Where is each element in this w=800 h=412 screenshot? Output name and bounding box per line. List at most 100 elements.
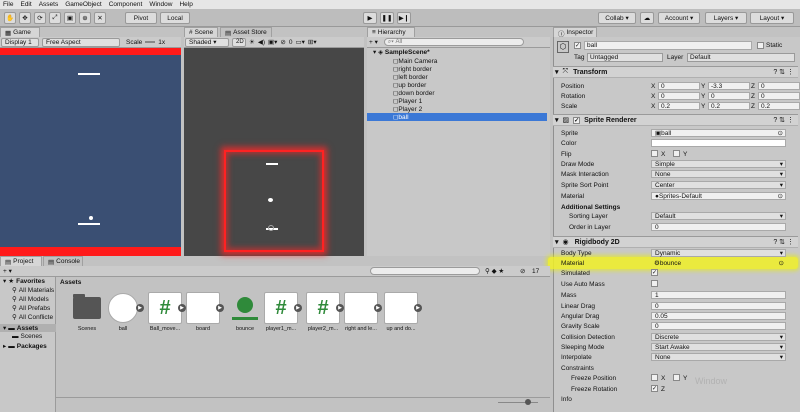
collision-detection-field[interactable]: Discrete ▾: [651, 333, 786, 341]
tab-asset-store[interactable]: ▤ Asset Store: [220, 27, 272, 37]
move-tool-icon[interactable]: ✥: [19, 12, 31, 24]
tab-project[interactable]: ▤ Project: [0, 256, 42, 266]
asset-script[interactable]: #: [148, 292, 182, 324]
menu-item-window[interactable]: Window: [149, 1, 172, 8]
hierarchy-item[interactable]: ◻ ball: [367, 113, 547, 121]
tab-game[interactable]: ▦ Game: [0, 27, 40, 37]
scale-y-field[interactable]: 0.2: [708, 102, 750, 110]
object-picker-icon[interactable]: ⊙: [779, 259, 784, 267]
tab-scene[interactable]: # Scene: [184, 27, 218, 37]
rigidbody-header[interactable]: ▾ ◉ Rigidbody 2D ? ⇅ ⋮: [553, 236, 798, 248]
hierarchy-item[interactable]: ◻ down border: [367, 89, 547, 98]
object-name-input[interactable]: ball: [584, 41, 752, 50]
asset-sprite-white[interactable]: [384, 292, 418, 324]
gizmos-icon[interactable]: ⊞▾: [308, 38, 317, 46]
menu-item-component[interactable]: Component: [109, 1, 143, 8]
layers-dropdown[interactable]: Layers ▾: [705, 12, 747, 24]
asset-sprite-circle[interactable]: [106, 292, 140, 324]
menu-item-gameobject[interactable]: GameObject: [65, 1, 102, 8]
shading-dropdown[interactable]: Shaded ▾: [185, 37, 229, 47]
scale-x-field[interactable]: 0.2: [658, 102, 700, 110]
menu-item-assets[interactable]: Assets: [39, 1, 59, 8]
scale-slider[interactable]: [145, 41, 156, 43]
eye-icon[interactable]: ⊘: [520, 267, 525, 275]
tab-console[interactable]: ▤ Console: [43, 256, 83, 266]
tab-inspector[interactable]: ⓘ Inspector: [553, 27, 597, 38]
menu-item-file[interactable]: File: [3, 1, 13, 8]
custom-tool-icon[interactable]: ✕: [94, 12, 106, 24]
aspect-dropdown[interactable]: Free Aspect: [42, 37, 120, 47]
asset-folder[interactable]: [70, 292, 104, 324]
display-dropdown[interactable]: Display 1: [1, 37, 39, 47]
axis-x-checkbox[interactable]: [651, 374, 658, 381]
project-search-input[interactable]: [370, 267, 480, 275]
layer-dropdown[interactable]: Default: [687, 53, 795, 62]
project-create-button[interactable]: + ▾: [3, 267, 12, 275]
step-button[interactable]: ▶❙: [397, 12, 411, 24]
sprite-renderer-header[interactable]: ▾ ▨ ✓ Sprite Renderer ? ⇅ ⋮: [553, 114, 798, 126]
asset-sprite-white[interactable]: [344, 292, 378, 324]
scenes-node[interactable]: ▬ Scenes: [12, 333, 42, 340]
cloud-icon[interactable]: ☁: [640, 12, 654, 24]
rotation-y-field[interactable]: 0: [708, 92, 750, 100]
zoom-slider-handle[interactable]: [525, 399, 531, 405]
hierarchy-item[interactable]: ◻ Main Camera: [367, 57, 547, 66]
favorites-item[interactable]: ⚲ All Prefabs: [12, 304, 50, 313]
component-menu-icon[interactable]: ? ⇅ ⋮: [773, 238, 794, 246]
pause-button[interactable]: ❚❚: [380, 12, 394, 24]
use-auto-mass-checkbox[interactable]: [651, 280, 658, 287]
mask-interaction-field[interactable]: None ▾: [651, 170, 786, 178]
expand-asset-icon[interactable]: ▶: [216, 304, 224, 312]
favorites-item[interactable]: ⚲ All Models: [12, 295, 49, 304]
axis-y-checkbox[interactable]: [673, 374, 680, 381]
order-in-layer-field[interactable]: 0: [651, 223, 786, 231]
rotation-x-field[interactable]: 0: [658, 92, 700, 100]
position-x-field[interactable]: 0: [658, 82, 700, 90]
hierarchy-search-input[interactable]: ⌕▾ All: [383, 38, 524, 46]
expand-asset-icon[interactable]: ▶: [178, 304, 186, 312]
tab-hierarchy[interactable]: ≡ Hierarchy: [367, 27, 415, 37]
object-picker-icon[interactable]: ⊙: [778, 192, 783, 200]
expand-asset-icon[interactable]: ▶: [414, 304, 422, 312]
zoom-slider-track[interactable]: [498, 402, 538, 403]
sorting-layer-field[interactable]: Default ▾: [651, 212, 786, 220]
position-z-field[interactable]: 0: [758, 82, 800, 90]
sprite-material-field[interactable]: ● Sprites-Default ⊙: [651, 192, 786, 200]
draw-mode-field[interactable]: Simple ▾: [651, 160, 786, 168]
sleeping-mode-field[interactable]: Start Awake ▾: [651, 343, 786, 351]
static-checkbox[interactable]: [757, 42, 764, 49]
sort-point-field[interactable]: Center ▾: [651, 181, 786, 189]
create-button[interactable]: + ▾: [369, 38, 378, 46]
scene-viewport[interactable]: [184, 48, 364, 256]
hierarchy-item[interactable]: ◻ up border: [367, 81, 547, 90]
component-menu-icon[interactable]: ? ⇅ ⋮: [773, 116, 794, 124]
collab-button[interactable]: Collab ▾: [598, 12, 636, 24]
favorites-item[interactable]: ⚲ All Materials: [12, 286, 54, 295]
component-menu-icon[interactable]: ? ⇅ ⋮: [773, 68, 794, 76]
angular-drag-field[interactable]: 0.05: [651, 312, 786, 320]
hierarchy-item[interactable]: ◻ Player 2: [367, 105, 547, 114]
light-icon[interactable]: ☀: [249, 38, 255, 46]
linear-drag-field[interactable]: 0: [651, 302, 786, 310]
expand-asset-icon[interactable]: ▶: [136, 304, 144, 312]
hand-tool-icon[interactable]: ✋: [4, 12, 16, 24]
rotate-tool-icon[interactable]: ⟳: [34, 12, 46, 24]
play-button[interactable]: ▶: [363, 12, 377, 24]
local-button[interactable]: Local: [160, 12, 190, 24]
mass-field[interactable]: 1: [651, 291, 786, 299]
asset-physics-material[interactable]: [228, 292, 262, 324]
hierarchy-scene-root[interactable]: ▾ ◈ SampleScene*: [373, 48, 553, 57]
hierarchy-item[interactable]: ◻ right border: [367, 65, 547, 74]
scale-z-field[interactable]: 0.2: [758, 102, 800, 110]
tag-dropdown[interactable]: Untagged: [587, 53, 663, 62]
effects-icon[interactable]: ▣▾: [268, 38, 277, 46]
body-type-field[interactable]: Dynamic ▾: [651, 249, 786, 257]
asset-sprite-white[interactable]: [186, 292, 220, 324]
simulated-checkbox[interactable]: ✓: [651, 269, 658, 276]
camera-icon[interactable]: ▭▾: [295, 38, 304, 46]
audio-icon[interactable]: ◀): [258, 38, 265, 46]
hidden-count-icon[interactable]: ⊘: [280, 38, 285, 46]
rect-tool-icon[interactable]: ▣: [64, 12, 76, 24]
position-y-field[interactable]: -3.3: [708, 82, 750, 90]
expand-asset-icon[interactable]: ▶: [336, 304, 344, 312]
